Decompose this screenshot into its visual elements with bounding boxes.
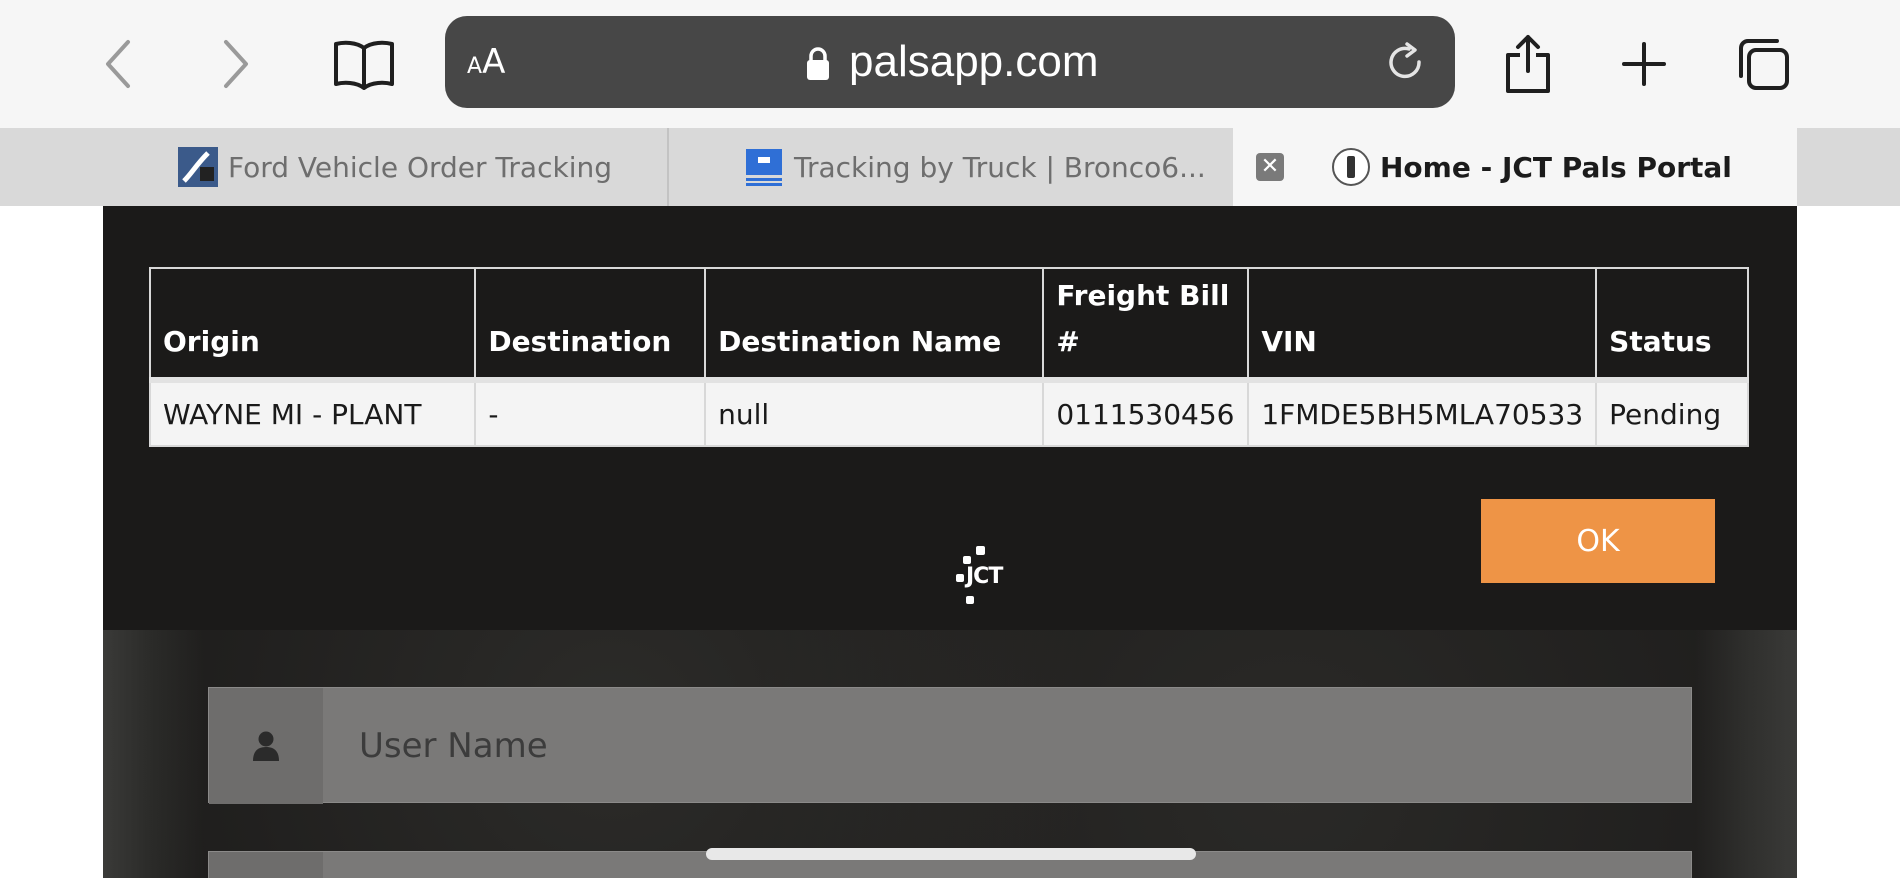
tab-ford-order-tracking[interactable]: Ford Vehicle Order Tracking xyxy=(178,128,612,206)
column-header-freight-bill: Freight Bill # xyxy=(1042,267,1250,381)
tab-divider xyxy=(667,128,669,206)
reader-button[interactable]: AA xyxy=(467,38,505,91)
column-header-destination: Destination xyxy=(474,267,707,381)
username-input[interactable] xyxy=(323,688,1693,804)
forward-button[interactable] xyxy=(200,28,272,100)
book-icon xyxy=(334,40,394,90)
password-icon-box xyxy=(209,852,323,878)
reload-icon[interactable] xyxy=(1385,42,1427,84)
new-tab-button[interactable] xyxy=(1608,28,1680,100)
column-header-origin: Origin xyxy=(148,267,477,381)
user-icon xyxy=(253,731,279,761)
share-button[interactable] xyxy=(1492,28,1564,100)
tab-tracking-by-truck[interactable]: Tracking by Truck | Bronco6... xyxy=(744,128,1206,206)
cell-destination-name: null xyxy=(704,377,1045,447)
tabs-icon xyxy=(1739,39,1789,90)
tab-label: Tracking by Truck | Bronco6... xyxy=(794,150,1206,184)
tab-label: Ford Vehicle Order Tracking xyxy=(228,150,613,184)
bookmarks-button[interactable] xyxy=(328,28,400,100)
jct-favicon-icon xyxy=(1332,148,1370,186)
cell-freight-bill: 0111530456 xyxy=(1042,377,1250,447)
chevron-left-icon xyxy=(106,40,130,88)
tab-bar: Ford Vehicle Order Tracking Tracking by … xyxy=(0,128,1900,206)
shipment-table: Origin Destination Destination Name Frei… xyxy=(148,267,1749,447)
home-indicator[interactable] xyxy=(706,848,1196,860)
jct-logo: JCT xyxy=(948,544,1028,622)
lock-icon xyxy=(807,47,829,80)
ford-favicon-icon xyxy=(178,147,218,187)
address-bar[interactable]: AA palsapp.com xyxy=(445,16,1455,108)
tab-close-button[interactable]: ✕ xyxy=(1256,153,1284,181)
tabs-overview-button[interactable] xyxy=(1727,28,1799,100)
column-header-status: Status xyxy=(1595,267,1749,381)
truck-tracker-favicon-icon xyxy=(746,149,782,186)
browser-toolbar: AA palsapp.com xyxy=(0,0,1900,128)
logo-text: JCT xyxy=(966,564,1003,589)
cell-destination: - xyxy=(474,377,707,447)
tab-jct-pals-portal[interactable]: ✕ Home - JCT Pals Portal xyxy=(1233,128,1797,206)
column-header-destination-name: Destination Name xyxy=(704,267,1045,381)
page-content: Origin Destination Destination Name Frei… xyxy=(103,206,1797,878)
column-header-vin: VIN xyxy=(1247,267,1598,381)
user-icon-box xyxy=(209,688,323,804)
tab-label: Home - JCT Pals Portal xyxy=(1380,150,1732,184)
cell-status: Pending xyxy=(1595,377,1749,447)
share-icon xyxy=(1506,35,1550,93)
ok-button[interactable]: OK xyxy=(1481,499,1715,583)
url-text[interactable]: palsapp.com xyxy=(849,34,1098,90)
cell-vin: 1FMDE5BH5MLA70533 xyxy=(1247,377,1598,447)
cell-origin: WAYNE MI - PLANT xyxy=(148,377,477,447)
username-field[interactable] xyxy=(208,687,1693,804)
chevron-right-icon xyxy=(224,40,248,88)
plus-icon xyxy=(1622,42,1666,86)
table-row: WAYNE MI - PLANT - null 0111530456 1FMDE… xyxy=(148,377,1749,447)
back-button[interactable] xyxy=(82,28,154,100)
table-header-row: Origin Destination Destination Name Frei… xyxy=(148,267,1749,381)
